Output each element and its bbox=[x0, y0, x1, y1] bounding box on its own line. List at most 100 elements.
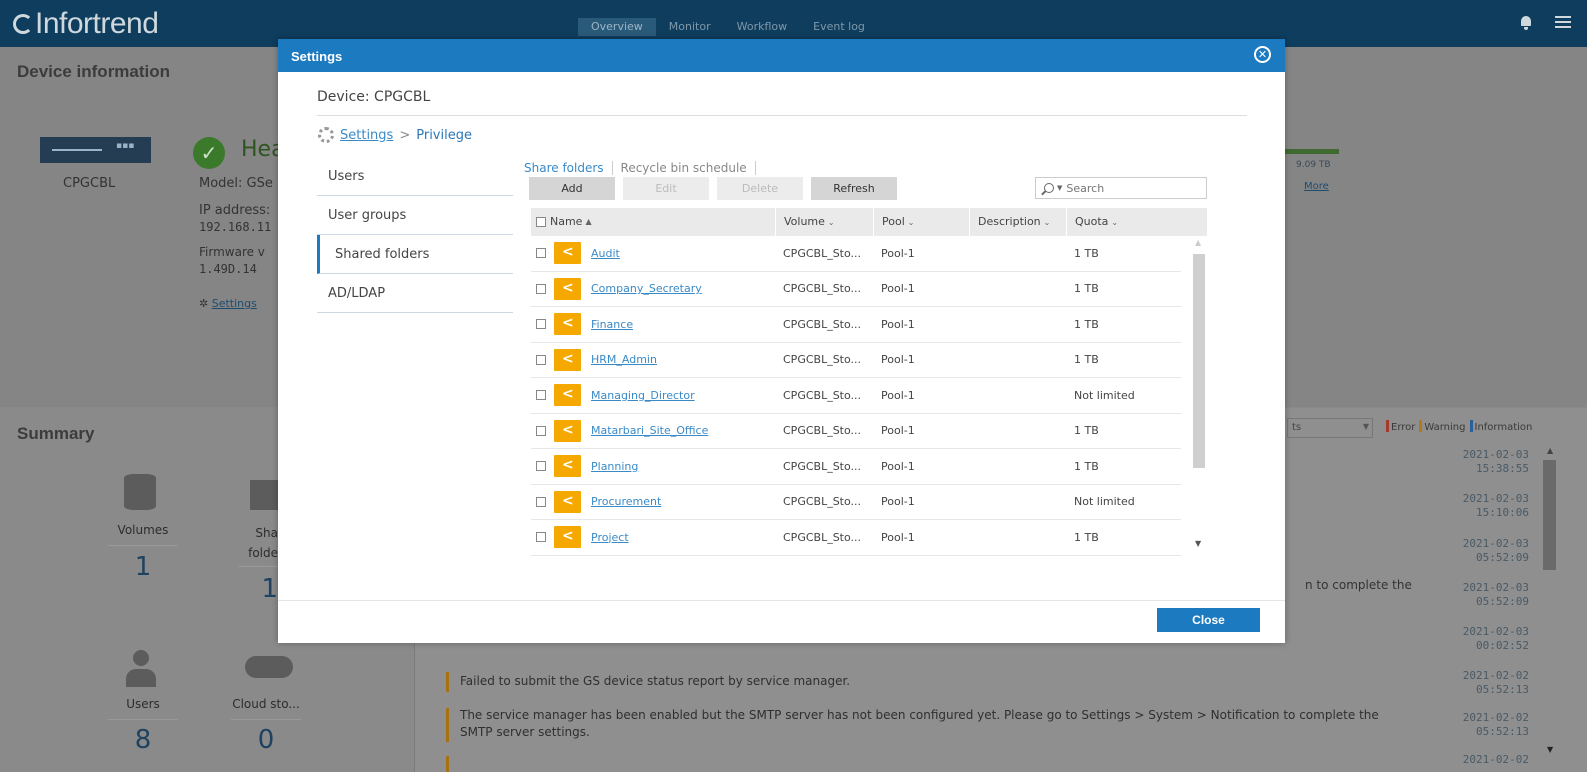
table-row[interactable]: Managing_Director CPGCBL_Sto... Pool-1 N… bbox=[531, 378, 1181, 414]
folder-name-link[interactable]: Project bbox=[591, 531, 629, 544]
column-name[interactable]: Name ▲ bbox=[531, 208, 775, 236]
menu-icon[interactable] bbox=[1555, 15, 1571, 29]
event-legend: Error Warning Information bbox=[1386, 420, 1532, 433]
row-checkbox[interactable] bbox=[536, 461, 546, 472]
top-icons bbox=[1519, 15, 1571, 30]
health-check-icon: ✓ bbox=[193, 137, 225, 169]
column-volume[interactable]: Volume ⌄ bbox=[775, 208, 873, 236]
cell-quota: 1 TB bbox=[1074, 282, 1099, 296]
scroll-up-icon[interactable]: ▲ bbox=[1195, 238, 1201, 247]
close-icon[interactable]: ✕ bbox=[1254, 46, 1271, 63]
search-input[interactable] bbox=[1066, 181, 1187, 195]
folder-name-link[interactable]: Company_Secretary bbox=[591, 282, 702, 295]
folder-name-link[interactable]: Matarbari_Site_Office bbox=[591, 424, 708, 437]
table-row[interactable]: HRM_Admin CPGCBL_Sto... Pool-1 1 TB bbox=[531, 343, 1181, 378]
side-item-ad-ldap[interactable]: AD/LDAP bbox=[317, 274, 513, 313]
chevron-down-icon: ⌄ bbox=[827, 218, 835, 227]
info-marker bbox=[1469, 420, 1473, 432]
column-pool[interactable]: Pool ⌄ bbox=[873, 208, 969, 236]
tab-recycle-bin-schedule[interactable]: Recycle bin schedule bbox=[613, 161, 756, 175]
delete-button[interactable]: Delete bbox=[717, 177, 803, 200]
search-icon[interactable] bbox=[1044, 183, 1054, 193]
chevron-down-icon: ⌄ bbox=[907, 218, 915, 227]
folder-name-link[interactable]: Finance bbox=[591, 318, 633, 331]
stat-shared-label: Sha folde bbox=[248, 526, 278, 560]
table-row[interactable]: Procurement CPGCBL_Sto... Pool-1 Not lim… bbox=[531, 485, 1181, 520]
side-item-shared-folders[interactable]: Shared folders bbox=[317, 235, 513, 274]
table-row[interactable]: Audit CPGCBL_Sto... Pool-1 1 TB bbox=[531, 236, 1181, 272]
shared-folder-icon bbox=[554, 490, 581, 513]
table-scrollbar[interactable]: ▲ ▼ bbox=[1191, 236, 1207, 557]
nav-overview[interactable]: Overview bbox=[578, 18, 656, 36]
table-header: Name ▲ Volume ⌄ Pool ⌄ Description ⌄ Quota ⌄ bbox=[531, 208, 1207, 236]
table-row[interactable]: Project CPGCBL_Sto... Pool-1 1 TB bbox=[531, 520, 1181, 556]
ip-value: 192.168.11 bbox=[199, 220, 272, 234]
cell-volume: CPGCBL_Sto... bbox=[783, 246, 862, 260]
event-scrollbar[interactable] bbox=[1543, 460, 1556, 570]
shared-folder-icon bbox=[554, 242, 581, 265]
shared-folders-table: Name ▲ Volume ⌄ Pool ⌄ Description ⌄ Quota ⌄ … bbox=[531, 208, 1207, 557]
warning-flag bbox=[446, 708, 449, 742]
side-item-users[interactable]: Users bbox=[317, 157, 513, 196]
cloud-icon bbox=[245, 656, 293, 678]
column-description[interactable]: Description ⌄ bbox=[969, 208, 1066, 236]
close-button[interactable]: Close bbox=[1157, 608, 1260, 632]
row-checkbox[interactable] bbox=[536, 532, 546, 543]
table-row[interactable]: Finance CPGCBL_Sto... Pool-1 1 TB bbox=[531, 307, 1181, 343]
chevron-down-icon: ⌄ bbox=[1043, 218, 1051, 227]
dialog-title: Settings bbox=[291, 49, 343, 64]
breadcrumb-settings[interactable]: Settings bbox=[340, 128, 393, 143]
cell-quota: 1 TB bbox=[1074, 246, 1099, 260]
row-checkbox[interactable] bbox=[536, 248, 546, 259]
column-pool-label: Pool bbox=[882, 215, 905, 228]
event-time: 2021-02-03 05:52:09 bbox=[1462, 537, 1529, 564]
scroll-thumb[interactable] bbox=[1193, 254, 1205, 468]
row-checkbox[interactable] bbox=[536, 496, 546, 507]
select-all-checkbox[interactable] bbox=[536, 217, 546, 227]
nav-monitor[interactable]: Monitor bbox=[656, 18, 724, 36]
scroll-down-icon[interactable]: ▼ bbox=[1547, 745, 1553, 754]
folder-name-link[interactable]: HRM_Admin bbox=[591, 353, 657, 366]
cell-quota: Not limited bbox=[1074, 388, 1135, 402]
summary-title: Summary bbox=[17, 424, 95, 443]
folder-name-link[interactable]: Managing_Director bbox=[591, 389, 695, 402]
side-item-user-groups[interactable]: User groups bbox=[317, 196, 513, 235]
cell-quota: 1 TB bbox=[1074, 424, 1099, 438]
refresh-button[interactable]: Refresh bbox=[811, 177, 897, 200]
table-row[interactable]: Matarbari_Site_Office CPGCBL_Sto... Pool… bbox=[531, 414, 1181, 449]
folder-toolbar: Add Edit Delete Refresh bbox=[529, 177, 897, 200]
folder-name-link[interactable]: Planning bbox=[591, 460, 638, 473]
row-checkbox[interactable] bbox=[536, 354, 546, 365]
bell-icon[interactable] bbox=[1519, 15, 1533, 30]
event-filter-select[interactable]: ts ▼ bbox=[1287, 418, 1373, 438]
brand-logo: Infortrend bbox=[13, 7, 159, 41]
settings-link-bg[interactable]: ✲ Settings bbox=[199, 297, 257, 310]
row-checkbox[interactable] bbox=[536, 390, 546, 401]
cell-volume: CPGCBL_Sto... bbox=[783, 424, 862, 438]
stat-cloud-value: 0 bbox=[257, 725, 275, 755]
cell-volume: CPGCBL_Sto... bbox=[783, 459, 862, 473]
stat-users-label: Users bbox=[126, 697, 160, 711]
scroll-down-icon[interactable]: ▼ bbox=[1195, 539, 1201, 548]
row-checkbox[interactable] bbox=[536, 283, 546, 294]
device-name: CPGCBL bbox=[63, 176, 116, 191]
ip-label: IP address: bbox=[199, 203, 271, 218]
folder-name-link[interactable]: Procurement bbox=[591, 495, 661, 508]
add-button[interactable]: Add bbox=[529, 177, 615, 200]
table-row[interactable]: Company_Secretary CPGCBL_Sto... Pool-1 1… bbox=[531, 272, 1181, 307]
event-time: 2021-02-02 05:52:13 bbox=[1462, 669, 1529, 696]
more-link[interactable]: More bbox=[1304, 181, 1329, 192]
scroll-up-icon[interactable]: ▲ bbox=[1547, 446, 1553, 455]
column-quota[interactable]: Quota ⌄ bbox=[1066, 208, 1181, 236]
search-options-icon[interactable]: ▼ bbox=[1057, 184, 1062, 192]
nav-workflow[interactable]: Workflow bbox=[724, 18, 801, 36]
edit-button[interactable]: Edit bbox=[623, 177, 709, 200]
folder-name-link[interactable]: Audit bbox=[591, 247, 620, 260]
legend-error-label: Error bbox=[1391, 422, 1416, 433]
table-row[interactable]: Planning CPGCBL_Sto... Pool-1 1 TB bbox=[531, 449, 1181, 485]
row-checkbox[interactable] bbox=[536, 319, 546, 330]
tab-share-folders[interactable]: Share folders bbox=[524, 161, 613, 175]
event-partial-text: n to complete the bbox=[1305, 578, 1412, 592]
nav-event-log[interactable]: Event log bbox=[800, 18, 878, 36]
row-checkbox[interactable] bbox=[536, 425, 546, 436]
